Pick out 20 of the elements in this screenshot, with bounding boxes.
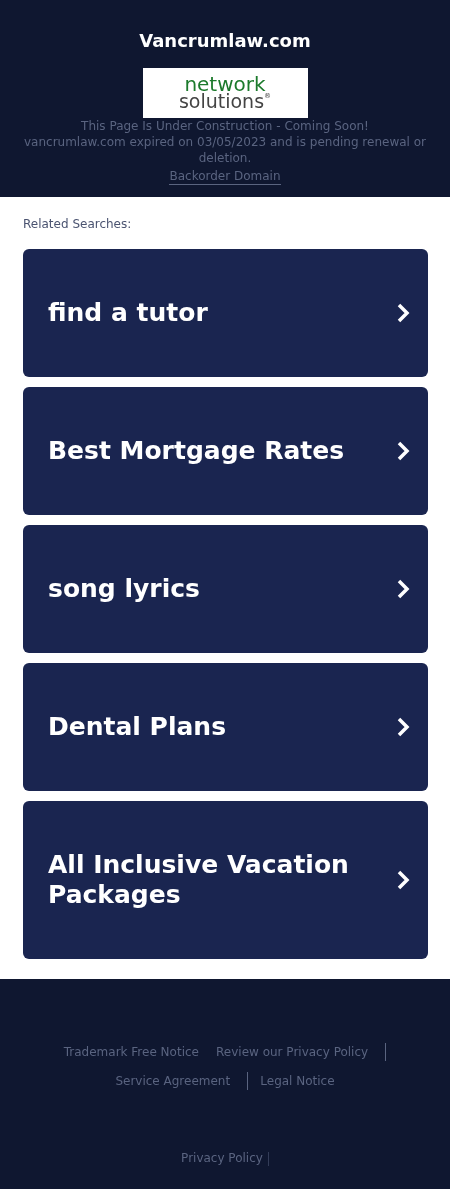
related-heading: Related Searches:: [23, 217, 133, 231]
chevron-icon: [396, 579, 410, 599]
footer-link[interactable]: Trademark Free Notice: [57, 1045, 205, 1059]
construction-notice: This Page Is Under Construction - Coming Soon!: [81, 118, 369, 134]
backorder-link[interactable]: Backorder Domain: [169, 168, 281, 185]
expiry-notice: vancrumlaw.com expired on 03/05/2023 and is pending renewal or deletion.: [23, 134, 427, 166]
search-link-card[interactable]: song lyrics: [23, 525, 428, 653]
footer-link[interactable]: Service Agreement: [109, 1074, 237, 1088]
footer-link[interactable]: Legal Notice: [254, 1074, 341, 1088]
site-title: Vancrumlaw.com: [139, 30, 311, 51]
privacy-link[interactable]: Privacy Policy: [181, 1151, 263, 1165]
chevron-icon: [396, 717, 410, 737]
search-link-card[interactable]: Best Mortgage Rates: [23, 387, 428, 515]
chevron-icon: [396, 303, 410, 323]
footer-link[interactable]: Review our Privacy Policy: [210, 1045, 375, 1059]
search-link-card[interactable]: All Inclusive Vacation Packages: [23, 801, 428, 959]
search-link-card[interactable]: Dental Plans: [23, 663, 428, 791]
chevron-icon: [396, 870, 410, 890]
search-link-card[interactable]: find a tutor: [23, 249, 428, 377]
chevron-icon: [396, 441, 410, 461]
